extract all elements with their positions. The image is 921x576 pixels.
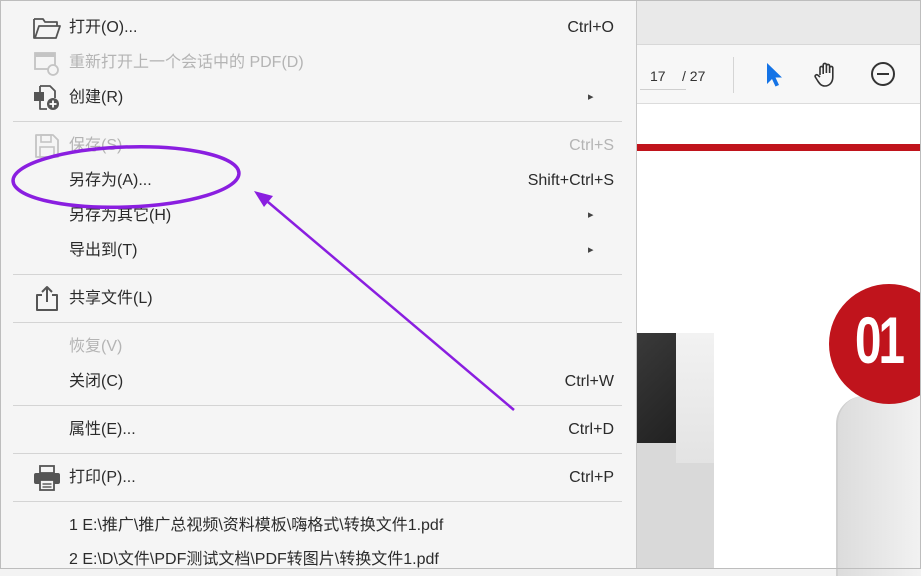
pdf-page-view: 01 [636,104,921,576]
menu-item-label: 关闭(C) [69,373,124,390]
menu-divider [13,405,622,406]
menu-item-label: 属性(E)... [69,421,136,438]
file-menu: 打开(O)... Ctrl+O 重新打开上一个会话中的 PDF(D) 创建(R)… [0,0,637,569]
menu-item-shortcut: Ctrl+P [569,469,614,486]
menu-item-label: 另存为其它(H) [69,207,172,224]
menu-item-revert[interactable]: 恢复(V) [0,329,636,364]
menu-divider [13,274,622,275]
document-toolbar: 17 / 27 [636,45,921,104]
header-red-rule [636,144,921,151]
zoom-out-icon[interactable] [868,59,898,89]
menu-divider [13,322,622,323]
menu-item-reopen-session[interactable]: 重新打开上一个会话中的 PDF(D) [0,45,636,80]
menu-item-shortcut: Shift+Ctrl+S [527,172,614,189]
menu-item-shortcut: Ctrl+O [567,19,614,36]
menu-item-shortcut: Ctrl+D [568,421,614,438]
menu-item-label: 重新打开上一个会话中的 PDF(D) [69,54,304,71]
menu-item-label: 恢复(V) [69,338,123,355]
submenu-arrow-icon: ▸ [588,244,594,256]
submenu-arrow-icon: ▸ [588,91,594,103]
menu-divider [13,501,622,502]
folder-open-icon [33,18,61,39]
share-icon [36,286,58,311]
menu-item-properties[interactable]: 属性(E)... Ctrl+D [0,412,636,447]
menu-item-save[interactable]: 保存(S) Ctrl+S [0,128,636,163]
select-cursor-icon[interactable] [758,59,788,89]
menu-item-shortcut: Ctrl+W [564,373,614,390]
print-icon [34,465,60,491]
menu-item-label: 导出到(T) [69,242,138,259]
menu-item-print[interactable]: 打印(P)... Ctrl+P [0,460,636,495]
badge-number: 01 [855,303,905,377]
menu-item-save-as-other[interactable]: 另存为其它(H) ▸ [0,198,636,233]
menu-item-export-to[interactable]: 导出到(T) ▸ [0,233,636,268]
menu-item-label: 打开(O)... [69,19,138,36]
recent-file-item[interactable]: 2 E:\D\文件\PDF测试文档\PDF转图片\转换文件1.pdf [69,546,439,574]
menu-item-label: 另存为(A)... [69,172,152,189]
page-total-label: / 27 [682,68,706,84]
menu-divider [13,453,622,454]
save-icon [35,134,59,158]
create-pdf-icon [34,85,59,110]
menu-item-label: 创建(R) [69,89,124,106]
menu-item-save-as[interactable]: 另存为(A)... Shift+Ctrl+S [0,163,636,198]
document-window: 17 / 27 01 [636,0,921,576]
menu-item-label: 保存(S) [69,137,123,154]
submenu-arrow-icon: ▸ [588,209,594,221]
reopen-session-icon [34,52,59,76]
menu-item-label: 共享文件(L) [69,290,153,307]
menu-item-label: 打印(P)... [69,469,136,486]
menu-item-share-file[interactable]: 共享文件(L) [0,281,636,316]
menu-divider [13,121,622,122]
menu-item-create[interactable]: 创建(R) ▸ [0,80,636,115]
page-photo [636,333,714,569]
menu-item-close[interactable]: 关闭(C) Ctrl+W [0,364,636,399]
chapter-badge: 01 [829,284,921,404]
recent-file-item[interactable]: 1 E:\推广\推广总视频\资料模板\嗨格式\转换文件1.pdf [69,512,443,540]
tab-bar [636,0,921,45]
hand-tool-icon[interactable] [812,59,842,89]
page-number-input[interactable]: 17 [640,63,686,90]
device-illustration [836,396,921,576]
menu-item-open[interactable]: 打开(O)... Ctrl+O [0,10,636,45]
toolbar-divider [733,57,734,93]
menu-item-shortcut: Ctrl+S [569,137,614,154]
